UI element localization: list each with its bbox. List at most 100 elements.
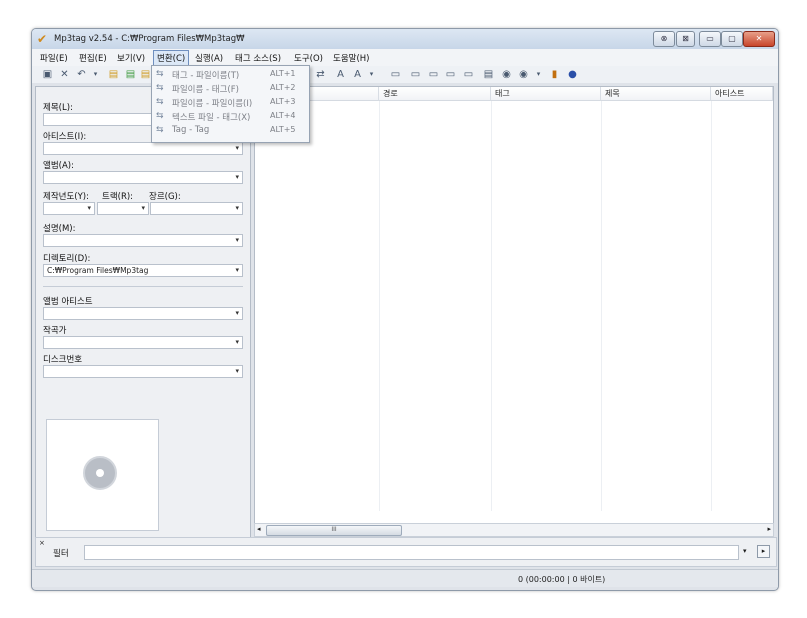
help-icon[interactable]: ● [567,69,578,80]
title-label: 제목(L): [43,103,73,113]
column-header-artist[interactable]: 아티스트 [711,87,773,101]
chevron-down-icon[interactable]: ▾ [87,203,91,214]
column-header-tag[interactable]: 태그 [491,87,601,101]
column-header-path[interactable]: 경로 [379,87,491,101]
comment-label: 설명(M): [43,224,76,234]
tag-panel: 제목(L): 아티스트(I): ▾ 앨범(A): ▾ 제작년도(Y): 트랙(R… [35,86,251,562]
chevron-down-icon[interactable]: ▾ [235,235,239,246]
album-artist-field[interactable]: ▾ [43,307,243,320]
menu-item-filename-filename[interactable]: ⇆ 파일이름 - 파일이름(I) ALT+3 [152,95,309,109]
freedb-icon[interactable]: ▭ [428,69,439,80]
options-icon[interactable]: ▮ [549,69,560,80]
menu-item-textfile-tag[interactable]: ⇆ 텍스트 파일 - 태그(X) ALT+4 [152,109,309,123]
scroll-left-icon[interactable]: ◂ [257,525,261,533]
column-header-title[interactable]: 제목 [601,87,711,101]
scroll-right-icon[interactable]: ▸ [767,525,771,533]
album-artist-label: 앨범 아티스트 [43,297,93,307]
artist-field[interactable]: ▾ [43,142,243,155]
close-filter-icon[interactable]: × [39,539,45,547]
chevron-down-icon[interactable]: ▾ [235,308,239,319]
directory-field[interactable]: C:₩Program Files₩Mp3tag ▾ [43,264,243,277]
add-directory-icon[interactable]: ▤ [125,69,136,80]
discogs-icon[interactable]: ▭ [463,69,474,80]
artist-label: 아티스트(I): [43,132,87,142]
composer-field[interactable]: ▾ [43,336,243,349]
case-conversion-2-icon[interactable]: A [352,69,363,80]
menu-tools[interactable]: 도구(O) [294,52,323,64]
case-conversion-icon[interactable]: A [335,69,346,80]
menu-item-filename-tag[interactable]: ⇆ 파일이름 - 태그(F) ALT+2 [152,81,309,95]
undo-icon[interactable]: ↶ [76,69,87,80]
chevron-down-icon[interactable]: ▾ [235,265,239,276]
textfile-to-tag-icon: ⇆ [156,111,164,121]
tag-tag-icon[interactable]: ⇄ [315,69,326,80]
menu-item-tag-filename[interactable]: ⇆ 태그 - 파일이름(T) ALT+1 [152,67,309,81]
horizontal-scrollbar[interactable]: ◂ III ▸ [254,523,774,537]
chevron-down-icon[interactable]: ▾ [235,172,239,183]
edit-tag-icon[interactable]: ▭ [390,69,401,80]
track-label: 트랙(R): [102,192,134,202]
undo-dropdown-icon[interactable]: ▾ [90,69,101,80]
web-source-dropdown-icon[interactable]: ▾ [533,69,544,80]
menu-tag-sources[interactable]: 태그 소스(S) [235,52,281,64]
menu-convert[interactable]: 변환(C) [153,50,190,66]
menu-bar: 파일(E) 편집(E) 보기(V) 변환(C) 실행(A) 태그 소스(S) 도… [32,49,778,66]
chevron-down-icon[interactable]: ▾ [235,143,239,154]
filename-to-tag-icon: ⇆ [156,83,164,93]
menu-file[interactable]: 파일(E) [40,52,68,64]
web-source-2-icon[interactable]: ◉ [518,69,529,80]
playlist-icon[interactable]: ▭ [410,69,421,80]
year-field[interactable]: ▾ [43,202,95,215]
mp3tag-app-icon: ✔ [37,32,48,46]
album-field[interactable]: ▾ [43,171,243,184]
close-button[interactable]: ✕ [743,31,775,47]
track-field[interactable]: ▾ [97,202,149,215]
filter-input[interactable] [84,545,739,560]
chevron-down-icon[interactable]: ▾ [235,337,239,348]
menu-edit[interactable]: 편집(E) [79,52,107,64]
tag-to-tag-icon: ⇆ [156,125,164,135]
actions-dropdown-icon[interactable]: ▾ [366,69,377,80]
amazon-icon[interactable]: ▭ [445,69,456,80]
file-list[interactable]: 경로 태그 제목 아티스트 [254,86,774,532]
composer-label: 작곡가 [43,326,67,336]
favorites-icon[interactable]: ▤ [140,69,151,80]
discnumber-label: 디스크번호 [43,355,83,365]
directory-label: 디렉토리(D): [43,254,91,264]
year-label: 제작년도(Y): [43,192,89,202]
cover-art-box[interactable] [46,419,159,531]
toolbar: ▣ ✕ ↶ ▾ ▤ ▤ ▤ ⇄ A A ▾ ▭ ▭ ▭ ▭ ▭ ▤ ◉ ◉ ▾ … [32,66,778,83]
scroll-thumb[interactable]: III [266,525,402,536]
separator [43,286,243,287]
maximize-button[interactable]: ▢ [721,31,743,47]
status-bar: 0 (00:00:00 | 0 바이트) [32,569,778,587]
filename-to-filename-icon: ⇆ [156,97,164,107]
filter-label: 필터 [53,549,69,559]
column-divider [379,101,380,511]
chevron-down-icon[interactable]: ▾ [141,203,145,214]
status-text: 0 (00:00:00 | 0 바이트) [518,575,606,584]
filter-dropdown-icon[interactable]: ▾ [743,547,747,555]
extra-icon-button-2[interactable]: ⊠ [676,31,695,47]
chevron-down-icon[interactable]: ▾ [235,366,239,377]
comment-field[interactable]: ▾ [43,234,243,247]
save-icon[interactable]: ▣ [42,69,53,80]
filter-apply-icon[interactable]: ▸ [757,545,770,558]
tag-to-filename-icon: ⇆ [156,69,164,79]
column-divider [491,101,492,511]
change-directory-icon[interactable]: ▤ [108,69,119,80]
cd-icon [83,456,117,490]
mp3tag-window: ✔ Mp3tag v2.54 - C:₩Program Files₩Mp3tag… [31,28,779,591]
chevron-down-icon[interactable]: ▾ [235,203,239,214]
remove-tag-icon[interactable]: ✕ [59,69,70,80]
menu-actions[interactable]: 실행(A) [195,52,223,64]
menu-help[interactable]: 도움말(H) [333,52,369,64]
menu-view[interactable]: 보기(V) [117,52,145,64]
menu-item-tag-tag[interactable]: ⇆ Tag - Tag ALT+5 [152,123,309,137]
print-icon[interactable]: ▤ [483,69,494,80]
web-source-icon[interactable]: ◉ [501,69,512,80]
extra-icon-button[interactable]: ⊗ [653,31,675,47]
minimize-button[interactable]: ▭ [699,31,721,47]
discnumber-field[interactable]: ▾ [43,365,243,378]
genre-field[interactable]: ▾ [150,202,243,215]
